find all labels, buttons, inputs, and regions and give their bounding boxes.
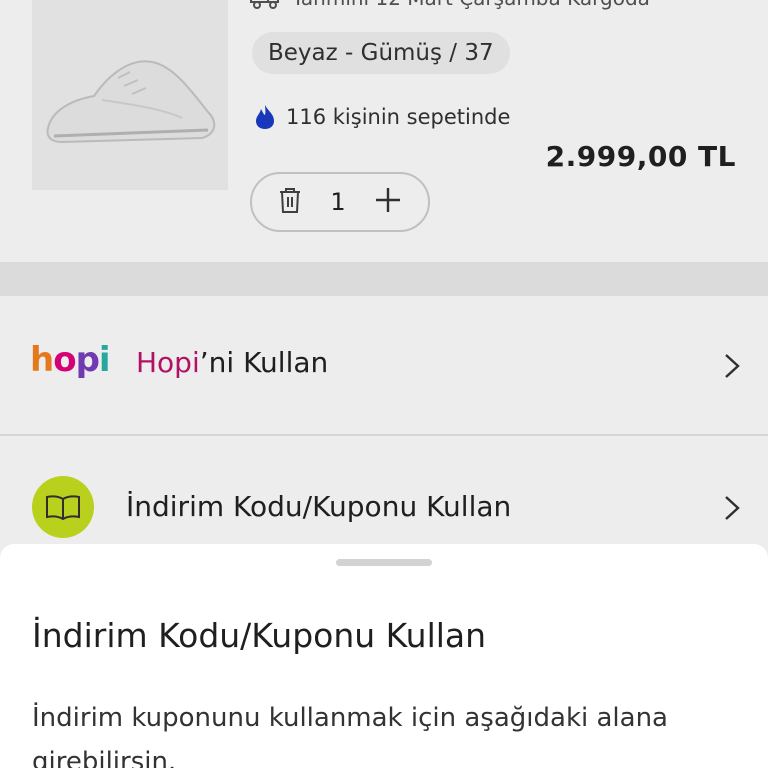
sheet-drag-handle[interactable] [336,559,432,566]
coupon-bottom-sheet: İndirim Kodu/Kuponu Kullan İndirim kupon… [0,544,768,768]
sheet-description: İndirim kuponunu kullanmak için aşağıdak… [32,703,668,768]
sheet-title: İndirim Kodu/Kuponu Kullan [32,616,487,655]
